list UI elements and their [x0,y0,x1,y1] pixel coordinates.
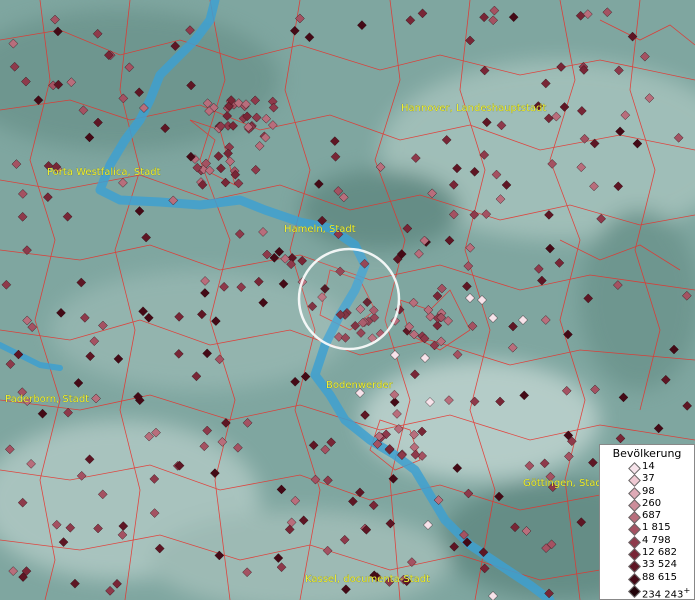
legend-row: 14 [600,461,694,475]
legend-row: 12 682 [600,547,694,561]
legend-label: 1 815 [642,522,671,534]
legend-row: 33 524 [600,559,694,574]
legend-label: 687 [642,510,662,522]
city-label-goettingen: Göttingen, Stadt [523,478,606,489]
legend-label: 33 524 [642,559,677,571]
legend-label: 37 [642,473,655,485]
legend-swatch-icon [628,585,641,598]
legend-label: 234 243 [642,589,684,601]
city-label-bodenwerder: Bodenwerder [326,380,394,391]
legend-label: 14 [642,461,655,472]
city-label-porta-westfalica: Porta Westfalica, Stadt [47,167,161,178]
city-label-paderborn: Paderborn, Stadt [5,394,89,405]
legend-label: 88 615 [642,571,677,583]
legend-row: 1 815 [600,522,694,537]
city-label-kassel: Kassel, documenta-Stadt [305,574,430,585]
legend-rows: 14 37 98 260 687 1 815 4 798 12 682 33 524 88 615… [600,461,694,600]
city-label-hameln: Hameln, Stadt [284,224,356,235]
map-canvas[interactable]: Hannover, Landeshauptstadt Porta Westfal… [0,0,695,600]
city-label-hannover: Hannover, Landeshauptstadt [401,103,546,114]
legend-row: 88 615 [600,571,694,586]
legend-label: 4 798 [642,534,671,546]
population-legend: Bevölkerung 14 37 98 260 687 1 815 4 798 12 682… [599,444,695,600]
legend-row: 260 [600,497,694,512]
legend-label: 98 [642,485,655,497]
legend-label: 260 [642,497,662,509]
legend-overflow-mark: + [683,584,691,595]
legend-row: 98 [600,485,694,500]
legend-row: 687 [600,510,694,525]
legend-row: 234 243+ [600,584,694,600]
legend-label: 12 682 [642,547,677,559]
legend-row: 4 798 [600,534,694,549]
legend-title: Bevölkerung [612,447,682,460]
focus-circle[interactable] [297,247,401,351]
legend-row: 37 [600,473,694,488]
